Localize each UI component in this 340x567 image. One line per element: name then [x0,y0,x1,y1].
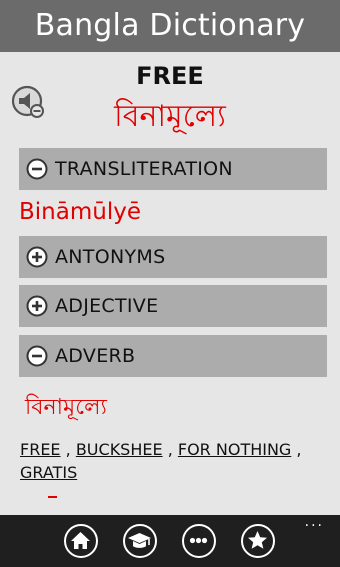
adverb-bengali: বিনামূল্যে [25,395,107,420]
synonym-separator: , [65,440,71,459]
synonym-link-free[interactable]: FREE [20,440,61,459]
star-icon [248,531,267,549]
synonym-list: FREE , BUCKSHEE , FOR NOTHING , GRATIS [20,438,320,484]
section-label-adverb: ADVERB [55,345,136,367]
partial-red-text [48,496,57,498]
title-bar: Bangla Dictionary [0,0,340,52]
favorite-button[interactable] [241,524,275,558]
app-bar-more[interactable]: ... [305,515,324,529]
app-bar: ... [0,515,340,567]
minus-circle-icon [26,345,48,367]
more-options-button[interactable] [182,524,216,558]
synonym-link-gratis[interactable]: GRATIS [20,463,77,482]
synonym-separator: , [167,440,173,459]
home-icon [71,532,90,549]
entry-word-bengali: বিনামূল্যে [114,99,226,134]
plus-circle-icon [26,246,48,268]
graduation-cap-icon [128,533,151,548]
synonym-link-buckshee[interactable]: BUCKSHEE [76,440,163,459]
section-label-adjective: ADJECTIVE [55,295,159,317]
entry-word: FREE [136,62,204,90]
home-button[interactable] [64,524,98,558]
section-label-antonyms: ANTONYMS [55,246,166,268]
minus-circle-icon [26,158,48,180]
plus-circle-icon [26,295,48,317]
transliteration-value: Bināmūlyē [19,199,141,225]
entry-content[interactable]: FREE বিনামূল্যে TRANSLITERATION Bināmūly… [0,52,340,515]
section-antonyms[interactable]: ANTONYMS [19,236,327,278]
synonym-link-for-nothing[interactable]: FOR NOTHING [178,440,291,459]
more-horizontal-icon [189,537,208,544]
section-adverb[interactable]: ADVERB [19,335,327,377]
synonym-separator: , [296,440,302,459]
learn-button[interactable] [123,524,157,558]
app-title: Bangla Dictionary [34,8,306,43]
section-adjective[interactable]: ADJECTIVE [19,285,327,327]
section-label-transliteration: TRANSLITERATION [55,158,233,180]
section-transliteration[interactable]: TRANSLITERATION [19,148,327,190]
